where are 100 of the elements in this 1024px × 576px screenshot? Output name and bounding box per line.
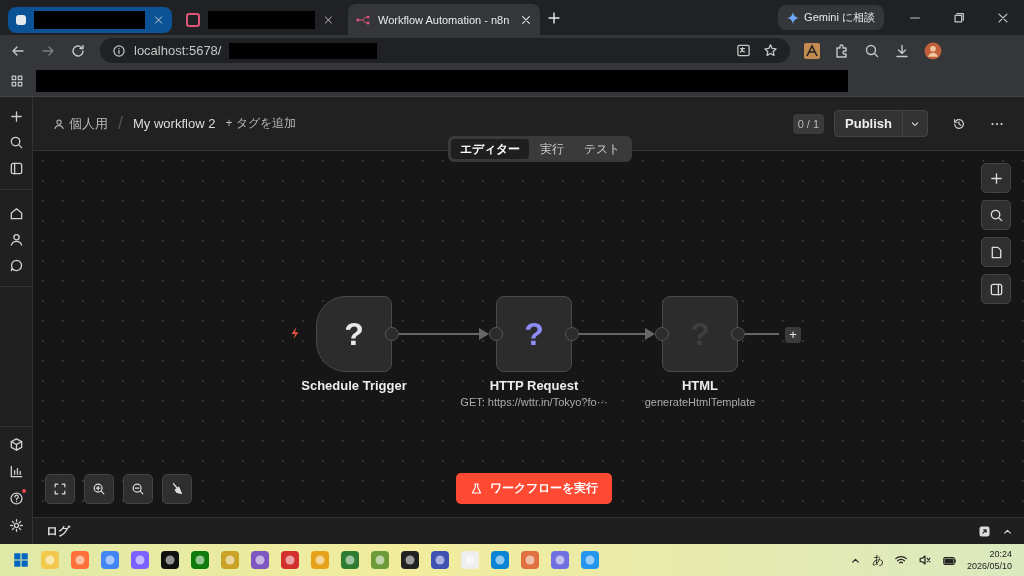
workflow-icon <box>356 14 370 25</box>
browser-tab[interactable] <box>8 6 172 33</box>
bookmark-star-icon[interactable] <box>763 43 778 58</box>
panel-toggle-button[interactable] <box>981 274 1011 304</box>
app-tile-icon[interactable] <box>400 550 420 571</box>
node-icon: ? <box>690 318 710 350</box>
search-icon <box>8 134 24 150</box>
node-icon: ? <box>344 318 364 350</box>
node-icon: ? <box>524 318 544 350</box>
log-panel-title[interactable]: ログ <box>46 522 70 540</box>
tab-search-icon[interactable] <box>864 42 880 59</box>
address-field[interactable]: localhost:5678/ <box>100 38 790 63</box>
plus-icon <box>988 170 1004 186</box>
mode-tab[interactable]: テスト <box>575 139 629 159</box>
node-title: HTML <box>681 378 719 393</box>
search-icon <box>988 207 1004 223</box>
app-tile-icon[interactable] <box>430 550 450 571</box>
notification-dot <box>22 489 26 494</box>
pop-out-icon[interactable] <box>978 524 991 538</box>
start-icon[interactable] <box>12 551 30 570</box>
mode-tab[interactable]: エディター <box>451 139 529 159</box>
app-tile-icon[interactable] <box>100 550 120 571</box>
clock-date[interactable]: 2026/05/10 <box>966 560 1012 573</box>
node-title: HTTP Request <box>489 378 579 393</box>
help-icon <box>8 490 24 506</box>
app-tile-icon[interactable] <box>340 550 360 571</box>
zoom-out-button[interactable] <box>123 474 153 505</box>
new-tab-icon[interactable] <box>546 9 562 26</box>
app-tile-icon[interactable] <box>460 550 480 571</box>
output-handle[interactable] <box>385 327 399 341</box>
apps-icon[interactable] <box>10 74 24 88</box>
settings-icon <box>8 517 24 533</box>
panel-icon <box>988 281 1004 297</box>
fit-view-button[interactable] <box>45 474 75 505</box>
user-icon <box>53 117 65 130</box>
output-handle[interactable] <box>565 327 579 341</box>
fit-view-icon <box>53 482 67 497</box>
app-tile-icon[interactable] <box>160 550 180 571</box>
tab-favicon-icon <box>16 14 26 25</box>
templates-icon <box>8 436 24 452</box>
mode-tab[interactable]: 実行 <box>531 139 573 159</box>
zoom-in-icon <box>92 482 106 497</box>
extension-icon[interactable] <box>804 42 820 59</box>
tab-favicon-icon <box>186 12 200 27</box>
app-tile-icon[interactable] <box>580 550 600 571</box>
connector-line <box>744 333 780 335</box>
input-handle[interactable] <box>489 327 503 341</box>
broom-icon <box>170 482 184 497</box>
app-tile-icon[interactable] <box>490 550 510 571</box>
close-icon[interactable] <box>520 13 532 26</box>
workflow-name[interactable]: My workflow 2 <box>133 116 216 131</box>
chat-icon <box>8 257 24 273</box>
download-icon[interactable] <box>894 42 910 59</box>
avatar-icon[interactable] <box>924 41 942 60</box>
sparkle-icon <box>787 11 800 24</box>
app-tile-icon[interactable] <box>550 550 570 571</box>
app-tile-icon[interactable] <box>370 550 390 571</box>
node-subtitle: GET: https://wttr.in/Tokyo?fo··· <box>460 396 608 408</box>
restore-icon[interactable] <box>952 10 966 25</box>
app-tile-icon[interactable] <box>70 550 90 571</box>
version-counter: 0 / 1 <box>792 113 825 134</box>
sticky-note-button[interactable] <box>981 237 1011 267</box>
insights-icon <box>8 463 24 479</box>
reload-icon[interactable] <box>70 42 86 59</box>
user-icon <box>8 231 24 247</box>
app-tile-icon[interactable] <box>310 550 330 571</box>
app-tile-icon[interactable] <box>280 550 300 571</box>
browser-tab[interactable]: Workflow Automation - n8n <box>348 4 540 35</box>
close-icon[interactable] <box>323 13 334 26</box>
tab-title: Workflow Automation - n8n <box>378 13 510 26</box>
gemini-button[interactable]: Gemini に相談 <box>778 5 884 30</box>
node-title: Schedule Trigger <box>301 378 407 393</box>
app-tile-icon[interactable] <box>520 550 540 571</box>
app-tile-icon[interactable] <box>130 550 150 571</box>
output-handle[interactable] <box>731 327 745 341</box>
clock-time[interactable]: 20:24 <box>989 548 1012 561</box>
app-tile-icon[interactable] <box>220 550 240 571</box>
url-text: localhost:5678/ <box>134 43 222 58</box>
add-icon <box>8 108 24 124</box>
workflow-node[interactable]: ? <box>496 296 572 372</box>
home-icon <box>8 205 24 221</box>
node-subtitle: generateHtmlTemplate <box>644 396 756 408</box>
add-node-button[interactable]: + <box>785 327 801 343</box>
ime-indicator[interactable]: あ <box>871 551 884 569</box>
breadcrumb-link[interactable]: 個人用 <box>69 114 108 133</box>
app-tile-icon[interactable] <box>190 550 210 571</box>
add-node-button[interactable] <box>981 163 1011 193</box>
flask-icon <box>470 482 483 496</box>
translate-icon[interactable] <box>736 43 751 58</box>
tidy-up-button[interactable] <box>162 474 192 505</box>
extensions-icon[interactable] <box>834 42 850 59</box>
app-tile-icon[interactable] <box>40 550 60 571</box>
search-button[interactable] <box>981 200 1011 230</box>
input-handle[interactable] <box>655 327 669 341</box>
zoom-in-button[interactable] <box>84 474 114 505</box>
info-icon <box>112 43 126 58</box>
toggle-sidebar-icon <box>8 160 24 176</box>
app-tile-icon[interactable] <box>250 550 270 571</box>
add-tag-button[interactable]: + タグを追加 <box>225 115 296 132</box>
workflow-node[interactable]: ? <box>316 296 392 372</box>
